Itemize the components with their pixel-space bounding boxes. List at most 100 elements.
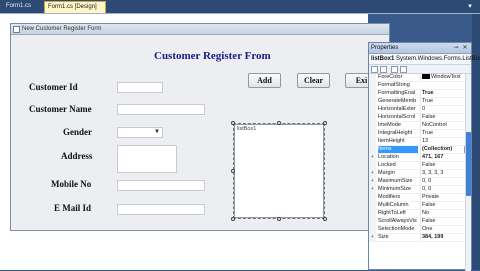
- expand-icon[interactable]: [369, 218, 376, 226]
- expand-icon[interactable]: [369, 74, 376, 82]
- property-row[interactable]: FormattingEnal True: [369, 90, 471, 98]
- property-row[interactable]: Locked False: [369, 162, 471, 170]
- property-row[interactable]: HorizontalExter 0: [369, 106, 471, 114]
- resize-handle-top-left[interactable]: [231, 121, 235, 125]
- property-name: HorizontalScrol: [378, 114, 416, 120]
- property-row[interactable]: MultiColumn False: [369, 202, 471, 210]
- email-id-textbox[interactable]: [117, 204, 205, 215]
- expand-icon[interactable]: [369, 194, 376, 202]
- expand-icon[interactable]: [369, 226, 376, 234]
- property-value[interactable]: False: [420, 218, 464, 225]
- resize-handle-top-right[interactable]: [323, 121, 327, 125]
- close-icon[interactable]: ✕: [461, 44, 469, 52]
- object-selector[interactable]: listBox1 System.Windows.Forms.ListBox: [369, 54, 480, 65]
- property-value[interactable]: 0, 0: [420, 186, 464, 193]
- property-row[interactable]: ImeMode NoControl: [369, 122, 471, 130]
- property-row[interactable]: Items(Collection)…: [369, 146, 471, 154]
- expand-icon[interactable]: +: [369, 186, 376, 194]
- gender-combobox[interactable]: ▼: [117, 127, 163, 138]
- customer-id-label[interactable]: Customer Id: [29, 82, 78, 92]
- customer-name-textbox[interactable]: [117, 104, 205, 115]
- scrollbar-thumb[interactable]: [466, 132, 471, 196]
- property-row[interactable]: ForeColor WindowText: [369, 74, 471, 82]
- property-value[interactable]: 471, 167: [420, 154, 464, 161]
- resize-handle-bottom-right[interactable]: [323, 217, 327, 221]
- clear-button[interactable]: Clear: [297, 73, 330, 88]
- expand-icon[interactable]: [369, 202, 376, 210]
- form-heading[interactable]: Customer Register From: [154, 50, 271, 62]
- property-value[interactable]: False: [420, 202, 464, 209]
- expand-icon[interactable]: [369, 90, 376, 98]
- property-value[interactable]: 384, 199: [420, 234, 464, 241]
- property-value[interactable]: 13: [420, 138, 464, 145]
- property-row[interactable]: GenerateMemb True: [369, 98, 471, 106]
- expand-icon[interactable]: [369, 106, 376, 114]
- property-row[interactable]: RightToLeft No: [369, 210, 471, 218]
- properties-icon[interactable]: [391, 66, 398, 73]
- tab-dropdown-icon[interactable]: ▾: [466, 3, 474, 11]
- expand-icon[interactable]: [369, 146, 376, 154]
- expand-icon[interactable]: [369, 82, 376, 90]
- resize-handle-bottom[interactable]: [277, 217, 281, 221]
- expand-icon[interactable]: +: [369, 154, 376, 162]
- gender-label[interactable]: Gender: [63, 127, 92, 137]
- property-row[interactable]: HorizontalScrol False: [369, 114, 471, 122]
- expand-icon[interactable]: +: [369, 234, 376, 242]
- property-value[interactable]: 0, 0: [420, 178, 464, 185]
- property-value[interactable]: 0: [420, 106, 464, 113]
- mobile-no-textbox[interactable]: [117, 180, 205, 191]
- property-grid-scrollbar[interactable]: [465, 74, 471, 271]
- expand-icon[interactable]: +: [369, 170, 376, 178]
- property-row[interactable]: IntegralHeight True: [369, 130, 471, 138]
- property-row[interactable]: ScrollAlwaysVis False: [369, 218, 471, 226]
- tab-form1-design[interactable]: Form1.cs [Design]: [44, 1, 106, 13]
- designed-form-window[interactable]: New Customer Register Form Customer Regi…: [10, 23, 390, 231]
- property-value[interactable]: Private: [420, 194, 464, 201]
- property-row[interactable]: + Location 471, 167: [369, 154, 471, 162]
- property-value[interactable]: True: [420, 90, 464, 97]
- add-button[interactable]: Add: [248, 73, 281, 88]
- property-row[interactable]: + MinimumSize 0, 0: [369, 186, 471, 194]
- property-value-text: 0, 0: [422, 178, 432, 184]
- categorized-icon[interactable]: [371, 66, 378, 73]
- events-icon[interactable]: [400, 66, 407, 73]
- property-value[interactable]: True: [420, 130, 464, 137]
- property-row[interactable]: Modifiers Private: [369, 194, 471, 202]
- alphabetical-icon[interactable]: [380, 66, 387, 73]
- expand-icon[interactable]: [369, 114, 376, 122]
- property-value[interactable]: NoControl: [420, 122, 464, 129]
- property-row[interactable]: SelectionMode One: [369, 226, 471, 234]
- property-value[interactable]: WindowText: [420, 74, 464, 81]
- property-row[interactable]: FormatString: [369, 82, 471, 90]
- expand-icon[interactable]: [369, 130, 376, 138]
- property-row[interactable]: + MaximumSize 0, 0: [369, 178, 471, 186]
- customer-id-textbox[interactable]: [117, 82, 163, 93]
- property-value[interactable]: False: [420, 162, 464, 169]
- chevron-down-icon[interactable]: ▼: [154, 129, 160, 135]
- expand-icon[interactable]: [369, 122, 376, 130]
- address-textbox[interactable]: [117, 145, 177, 173]
- property-value[interactable]: No: [420, 210, 464, 217]
- pin-icon[interactable]: ⊸: [452, 44, 460, 52]
- address-label[interactable]: Address: [61, 151, 92, 161]
- property-value[interactable]: (Collection): [420, 146, 464, 153]
- resize-handle-top[interactable]: [277, 121, 281, 125]
- property-value[interactable]: 3, 3, 3, 3: [420, 170, 464, 177]
- expand-icon[interactable]: +: [369, 178, 376, 186]
- property-row[interactable]: ItemHeight 13: [369, 138, 471, 146]
- tab-form1-code[interactable]: Form1.cs: [3, 1, 41, 13]
- property-value[interactable]: True: [420, 98, 464, 105]
- expand-icon[interactable]: [369, 138, 376, 146]
- resize-handle-left[interactable]: [231, 169, 235, 173]
- resize-handle-bottom-left[interactable]: [231, 217, 235, 221]
- mobile-no-label[interactable]: Mobile No: [51, 179, 91, 189]
- expand-icon[interactable]: [369, 98, 376, 106]
- expand-icon[interactable]: [369, 210, 376, 218]
- email-id-label[interactable]: E Mail Id: [54, 203, 91, 213]
- expand-icon[interactable]: [369, 162, 376, 170]
- property-value[interactable]: False: [420, 114, 464, 121]
- customer-name-label[interactable]: Customer Name: [29, 104, 92, 114]
- property-value[interactable]: One: [420, 226, 464, 233]
- property-row[interactable]: + Size 384, 199: [369, 234, 471, 242]
- property-row[interactable]: + Margin 3, 3, 3, 3: [369, 170, 471, 178]
